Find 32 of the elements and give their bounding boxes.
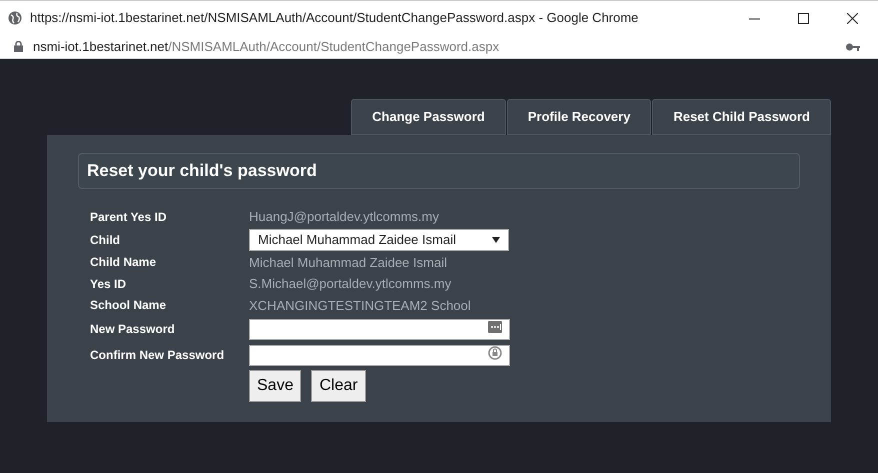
key-icon[interactable] <box>846 42 860 50</box>
address-bar[interactable]: nsmi-iot.1bestarinet.net/NSMISAMLAuth/Account/StudentChangePassword.aspx <box>0 35 878 59</box>
field-value: HuangJ@portaldev.ytlcomms.my <box>249 208 439 226</box>
password-manager-icon[interactable] <box>488 321 502 333</box>
tab[interactable]: Change Password <box>351 99 506 135</box>
tab[interactable]: Reset Child Password <box>652 99 831 135</box>
globe-icon <box>8 11 22 25</box>
form-button[interactable]: Clear <box>311 370 366 402</box>
field-value: S.Michael@portaldev.ytlcomms.my <box>249 275 452 293</box>
field-label: Yes ID <box>90 276 128 292</box>
lock-icon <box>14 41 23 52</box>
field-value: Michael Muhammad Zaidee Ismail <box>249 254 447 272</box>
field-label: School Name <box>90 297 168 314</box>
maximize-icon[interactable] <box>798 12 809 24</box>
field-value: XCHANGINGTESTINGTEAM2 School <box>249 296 471 314</box>
form-heading: Reset your child's password <box>87 160 317 182</box>
url-path: /NSMISAMLAuth/Account/StudentChangePassword.aspx <box>168 38 500 56</box>
field-label: Confirm New Password <box>90 347 226 363</box>
field-label: Child Name <box>90 254 158 270</box>
lock-icon[interactable] <box>488 346 502 360</box>
window-title: https://nsmi-iot.1bestarinet.net/NSMISAMLAuth/Account/StudentChangePassword.aspx - Google Chrome <box>30 9 638 28</box>
field-label: Parent Yes ID <box>90 208 168 225</box>
child-select[interactable]: Michael Muhammad Zaidee Ismail <box>249 228 509 250</box>
field-label: Child <box>90 232 121 248</box>
password-field[interactable] <box>249 318 510 340</box>
tab[interactable]: Profile Recovery <box>506 99 652 135</box>
form-button[interactable]: Save <box>249 370 302 402</box>
dropdown-caret-icon <box>492 236 500 242</box>
password-field[interactable] <box>249 344 510 366</box>
field-label: New Password <box>90 321 176 337</box>
close-icon[interactable] <box>847 12 858 24</box>
url-domain: nsmi-iot.1bestarinet.net <box>33 38 168 56</box>
